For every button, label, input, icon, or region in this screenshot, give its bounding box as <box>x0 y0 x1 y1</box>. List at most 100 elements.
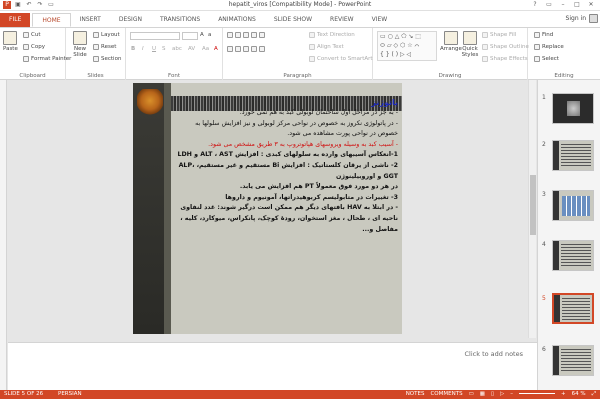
shape-effects-button[interactable]: Shape Effects <box>482 56 528 62</box>
shapes-gallery[interactable]: ▭ ○ △ ⬠ ↘ ⬚ ⬭ ▱ ◇ ⬡ ☆ ⌒{ } ( ) ▷ ◁ <box>377 31 437 61</box>
status-bar: SLIDE 5 OF 26 PERSIAN NOTES COMMENTS ▭ ▦… <box>0 390 600 399</box>
paragraph-group: Text Direction Align Text Convert to Sma… <box>223 28 373 80</box>
window-controls: ? ▭ – □ ✕ <box>528 0 598 10</box>
normal-view-icon[interactable]: ▭ <box>469 390 474 399</box>
reset-button[interactable]: Reset <box>93 44 116 50</box>
clipboard-group: Paste Cut Copy Format Painter Clipboard <box>0 28 71 80</box>
ribbon-display-icon[interactable]: ▭ <box>542 0 556 10</box>
cursor-icon <box>534 56 540 62</box>
slide-thumbnail-5[interactable] <box>552 293 594 324</box>
align-buttons[interactable] <box>227 46 265 52</box>
grow-font-button[interactable]: A <box>200 32 204 38</box>
zoom-in-icon[interactable]: + <box>561 390 566 399</box>
tab-file[interactable]: FILE <box>0 13 31 27</box>
layout-button[interactable]: Layout <box>93 32 120 38</box>
char-spacing-button[interactable]: AV <box>188 46 195 52</box>
font-size-combo[interactable] <box>182 32 198 40</box>
tab-slide-show[interactable]: SLIDE SHOW <box>265 13 321 27</box>
thumbnail-band <box>553 346 559 375</box>
strikethrough-button[interactable]: abc <box>172 46 182 52</box>
text-direction-button[interactable]: Text Direction <box>309 32 355 38</box>
editing-label: Editing <box>554 73 574 79</box>
slide-thumbnail-1[interactable] <box>552 93 594 124</box>
convert-smartart-button[interactable]: Convert to SmartArt <box>309 56 373 62</box>
underline-button[interactable]: U <box>152 46 156 52</box>
slide-line-highlight: - آسیب کبد به وسیله ویروسهای هپاتوتروپ ب… <box>208 140 398 148</box>
tab-design[interactable]: DESIGN <box>110 13 151 27</box>
thumbnail-band <box>553 241 559 270</box>
align-text-button[interactable]: Align Text <box>309 44 344 50</box>
font-name-combo[interactable] <box>130 32 180 40</box>
sign-in-link[interactable]: Sign in <box>566 15 586 22</box>
cut-button[interactable]: Cut <box>23 32 40 38</box>
shape-fill-button[interactable]: Shape Fill <box>482 32 516 38</box>
zoom-level[interactable]: 64 % <box>572 390 586 399</box>
thumbnail-number: 4 <box>542 241 546 248</box>
align-text-icon <box>309 44 315 50</box>
italic-button[interactable]: I <box>142 46 144 52</box>
shape-outline-button[interactable]: Shape Outline <box>482 44 529 50</box>
decrease-indent-icon <box>243 32 249 38</box>
language-indicator[interactable]: PERSIAN <box>58 390 82 399</box>
change-case-button[interactable]: Aa <box>202 46 209 52</box>
arrange-button[interactable]: Arrange <box>440 31 462 52</box>
slide-line: - در ابتلا به HAV بافتهای دیگر هم ممکن ا… <box>180 204 398 233</box>
justify-icon <box>251 46 257 52</box>
slide-content[interactable]: پاتوژنز - به جز در مراحل اول ساختمان لوب… <box>174 97 398 235</box>
thumbnail-number: 2 <box>542 141 546 148</box>
avatar[interactable] <box>589 14 598 23</box>
quick-styles-button[interactable]: Quick Styles <box>461 31 479 58</box>
replace-button[interactable]: Replace <box>534 44 564 50</box>
slideshow-view-icon[interactable]: ▷ <box>500 390 504 399</box>
zoom-out-icon[interactable]: – <box>510 390 513 399</box>
tab-animations[interactable]: ANIMATIONS <box>209 13 265 27</box>
section-button[interactable]: Section <box>93 56 121 62</box>
font-color-button[interactable]: A <box>214 46 218 52</box>
paste-button[interactable]: Paste <box>3 31 18 52</box>
shadow-button[interactable]: S <box>162 46 166 52</box>
autumn-leaf-image <box>137 89 163 115</box>
ribbon: Paste Cut Copy Format Painter Clipboard … <box>0 27 600 80</box>
slide-canvas[interactable]: پاتوژنز - به جز در مراحل اول ساختمان لوب… <box>133 83 402 334</box>
paint-bucket-icon <box>482 32 488 38</box>
tab-review[interactable]: REVIEW <box>321 13 363 27</box>
slide-thumbnail-3[interactable] <box>552 190 594 221</box>
find-button[interactable]: Find <box>534 32 553 38</box>
outline-pane-collapsed[interactable] <box>0 80 7 390</box>
select-button[interactable]: Select <box>534 56 559 62</box>
scrollbar-thumb[interactable] <box>530 175 536 235</box>
reading-view-icon[interactable]: ▯ <box>491 390 494 399</box>
bold-button[interactable]: B <box>131 46 135 52</box>
align-left-icon <box>227 46 233 52</box>
tab-view[interactable]: VIEW <box>363 13 397 27</box>
comments-toggle[interactable]: COMMENTS <box>430 390 462 399</box>
new-slide-button[interactable]: New Slide <box>70 31 90 58</box>
bullets-button[interactable] <box>227 32 265 38</box>
tab-transitions[interactable]: TRANSITIONS <box>151 13 209 27</box>
zoom-slider[interactable] <box>519 393 555 394</box>
text-direction-icon <box>309 32 315 38</box>
slide-thumbnail-2[interactable] <box>552 140 594 171</box>
maximize-icon[interactable]: □ <box>570 0 584 10</box>
vertical-scrollbar[interactable] <box>528 80 536 338</box>
slide-line: در هر دو مورد فوق معمولاً PT هم افزایش م… <box>239 183 398 191</box>
workspace: پاتوژنز - به جز در مراحل اول ساختمان لوب… <box>0 80 600 390</box>
copy-button[interactable]: Copy <box>23 44 45 50</box>
slide-left-band <box>133 83 164 334</box>
format-painter-button[interactable]: Format Painter <box>23 56 71 62</box>
help-icon[interactable]: ? <box>528 0 542 10</box>
slide-thumbnail-6[interactable] <box>552 345 594 376</box>
slide-counter: SLIDE 5 OF 26 <box>4 391 44 397</box>
font-group: A a B I U S abc AV Aa A Font <box>126 28 223 80</box>
slide-sorter-icon[interactable]: ▦ <box>480 390 485 399</box>
notes-toggle[interactable]: NOTES <box>406 390 425 399</box>
tab-insert[interactable]: INSERT <box>71 13 110 27</box>
slide-thumbnail-4[interactable] <box>552 240 594 271</box>
shrink-font-button[interactable]: a <box>208 32 211 38</box>
close-icon[interactable]: ✕ <box>584 0 598 10</box>
fit-slide-icon[interactable]: ⤢ <box>592 390 596 399</box>
tab-home[interactable]: HOME <box>32 13 71 27</box>
notes-pane[interactable]: Click to add notes <box>8 342 537 390</box>
numbering-icon <box>235 32 241 38</box>
minimize-icon[interactable]: – <box>556 0 570 10</box>
